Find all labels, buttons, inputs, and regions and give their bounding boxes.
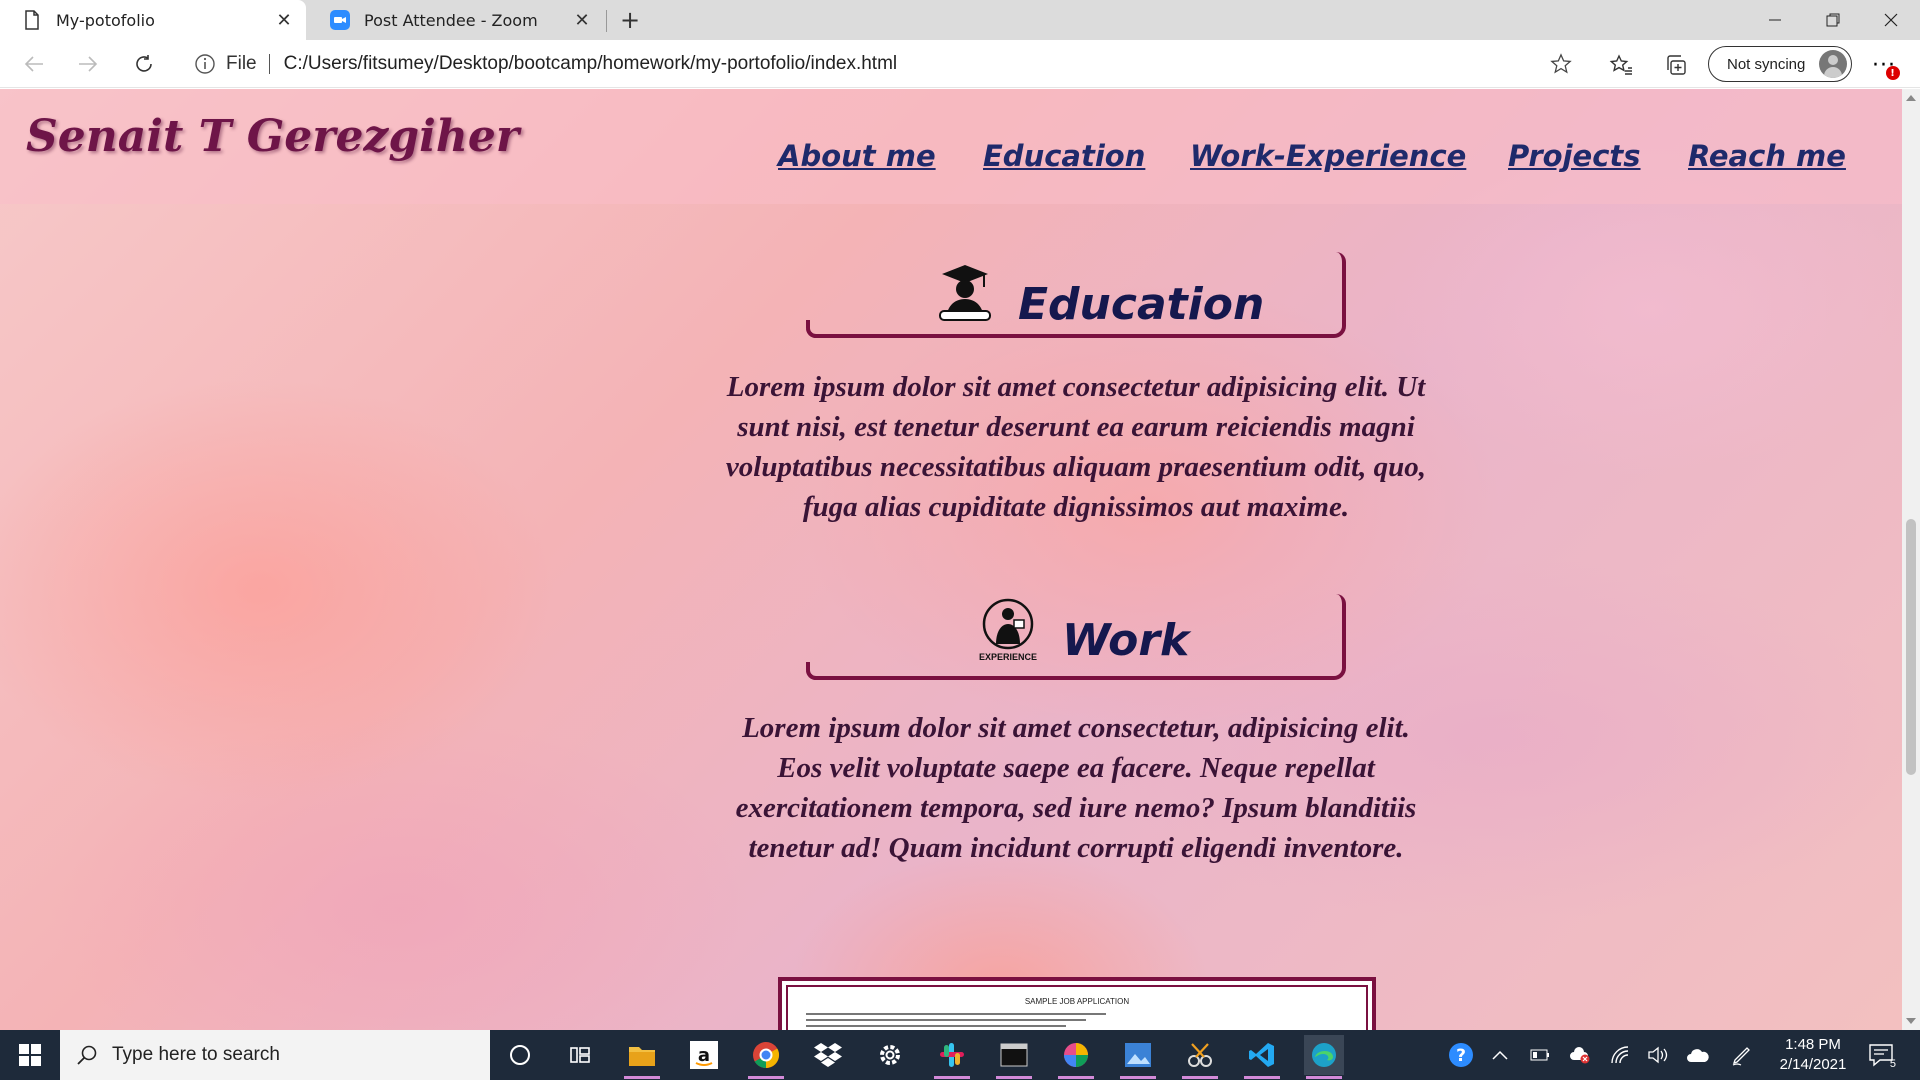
wifi-icon[interactable] (1608, 1043, 1632, 1067)
profile-button[interactable]: Not syncing (1708, 46, 1852, 82)
notification-count: 5 (1889, 1058, 1896, 1070)
back-button[interactable] (18, 48, 50, 80)
battery-icon[interactable] (1528, 1043, 1552, 1067)
refresh-button[interactable] (128, 48, 160, 80)
url-text[interactable]: C:/Users/fitsumey/Desktop/bootcamp/homew… (284, 53, 1548, 75)
forward-button[interactable] (72, 48, 104, 80)
dropbox-icon[interactable] (808, 1035, 848, 1075)
job-application-document: SAMPLE JOB APPLICATION (786, 985, 1368, 1030)
site-title: Senait T Gerezgiher (26, 111, 520, 162)
amazon-icon[interactable]: a (684, 1035, 724, 1075)
scheme-label: File (226, 53, 257, 74)
collections-icon[interactable] (1664, 52, 1690, 78)
experience-caption: EXPERIENCE (978, 651, 1038, 662)
project-preview-image[interactable]: SAMPLE JOB APPLICATION (778, 977, 1376, 1030)
slack-icon[interactable] (932, 1035, 972, 1079)
work-title: Work (1062, 615, 1190, 666)
tab-strip: My-potofolio ✕ Post Attendee - Zoom ✕ + (0, 0, 1920, 40)
experience-icon: EXPERIENCE (978, 594, 1038, 666)
taskbar-search[interactable]: Type here to search (60, 1030, 490, 1080)
pen-workspace-icon[interactable] (1730, 1043, 1754, 1067)
scroll-thumb[interactable] (1906, 519, 1916, 775)
nav-about-me[interactable]: About me (778, 139, 936, 173)
snipping-tool-icon[interactable] (1180, 1035, 1220, 1079)
nav-projects[interactable]: Projects (1508, 139, 1641, 173)
nav-reach-me[interactable]: Reach me (1688, 139, 1846, 173)
work-heading: EXPERIENCE Work (978, 593, 1189, 666)
settings-icon[interactable] (870, 1035, 910, 1075)
nav-work-experience[interactable]: Work-Experience (1190, 139, 1466, 173)
page-scrollbar[interactable] (1902, 89, 1920, 1030)
search-placeholder: Type here to search (112, 1044, 280, 1065)
close-window-button[interactable] (1862, 0, 1920, 40)
avatar (1819, 50, 1847, 78)
windows-icon (19, 1044, 41, 1066)
volume-icon[interactable] (1646, 1043, 1670, 1067)
work-paragraph: Lorem ipsum dolor sit amet consectetur, … (735, 712, 1417, 864)
vscode-icon[interactable] (1242, 1035, 1282, 1079)
taskbar-clock[interactable]: 1:48 PM 2/14/2021 (1768, 1035, 1858, 1075)
cortana-icon[interactable] (500, 1035, 540, 1075)
task-view-icon[interactable] (560, 1035, 600, 1075)
education-title: Education (1018, 279, 1265, 330)
nav-education[interactable]: Education (983, 139, 1145, 173)
search-icon (77, 1045, 97, 1065)
svg-text:?: ? (1456, 1046, 1466, 1066)
clock-time: 1:48 PM (1785, 1036, 1841, 1053)
tab-separator (606, 10, 607, 32)
restore-button[interactable] (1804, 0, 1862, 40)
chrome-icon[interactable] (746, 1035, 786, 1079)
settings-more-button[interactable]: ··· ! (1866, 50, 1902, 80)
education-heading: Education (938, 257, 1264, 330)
edge-icon[interactable] (1304, 1035, 1344, 1079)
favorite-star-icon[interactable] (1548, 51, 1574, 77)
cloud-sync-error-icon[interactable] (1568, 1043, 1592, 1067)
scroll-down-icon[interactable] (1906, 1018, 1916, 1024)
document-heading: SAMPLE JOB APPLICATION (1024, 997, 1130, 1006)
clock-date: 2/14/2021 (1779, 1056, 1847, 1073)
new-tab-button[interactable]: + (614, 4, 646, 36)
tab-zoom[interactable]: Post Attendee - Zoom ✕ (308, 0, 604, 40)
onedrive-icon[interactable] (1686, 1043, 1710, 1067)
minimize-button[interactable] (1746, 0, 1804, 40)
browser-toolbar: File C:/Users/fitsumey/Desktop/bootcamp/… (0, 40, 1920, 88)
info-icon[interactable] (194, 53, 216, 75)
page-viewport: Senait T Gerezgiher About me Education W… (0, 89, 1902, 1030)
forward-arrow-icon (79, 56, 98, 72)
photos-app-icon[interactable] (1056, 1035, 1096, 1079)
education-paragraph: Lorem ipsum dolor sit amet consectetur a… (725, 371, 1427, 523)
terminal-icon[interactable] (994, 1035, 1034, 1079)
graduate-icon (938, 263, 992, 325)
address-separator (268, 54, 270, 74)
zoom-icon (330, 10, 350, 30)
start-button[interactable] (0, 1030, 60, 1080)
show-hidden-icons-icon[interactable] (1488, 1043, 1512, 1067)
page-icon (22, 10, 42, 30)
tab-my-potofolio[interactable]: My-potofolio ✕ (0, 0, 306, 40)
notification-badge: ! (1886, 66, 1900, 80)
refresh-icon (136, 55, 152, 72)
photos-icon[interactable] (1118, 1035, 1158, 1079)
file-explorer-icon[interactable] (622, 1035, 662, 1079)
close-icon[interactable]: ✕ (270, 6, 298, 34)
action-center-icon[interactable]: 5 (1866, 1040, 1896, 1070)
svg-text:a: a (698, 1045, 710, 1066)
back-arrow-icon (24, 56, 43, 72)
favorites-icon[interactable] (1608, 52, 1634, 78)
tab-title: My-potofolio (56, 10, 155, 30)
scroll-up-icon[interactable] (1906, 95, 1916, 101)
close-icon[interactable]: ✕ (568, 6, 596, 34)
address-bar[interactable]: File C:/Users/fitsumey/Desktop/bootcamp/… (180, 45, 1586, 83)
site-header: Senait T Gerezgiher About me Education W… (0, 89, 1902, 204)
windows-taskbar: Type here to search a ? 1:48 PM 2/14/202… (0, 1030, 1920, 1080)
help-icon[interactable]: ? (1446, 1040, 1476, 1070)
tab-title: Post Attendee - Zoom (364, 10, 538, 30)
profile-label: Not syncing (1727, 55, 1806, 73)
